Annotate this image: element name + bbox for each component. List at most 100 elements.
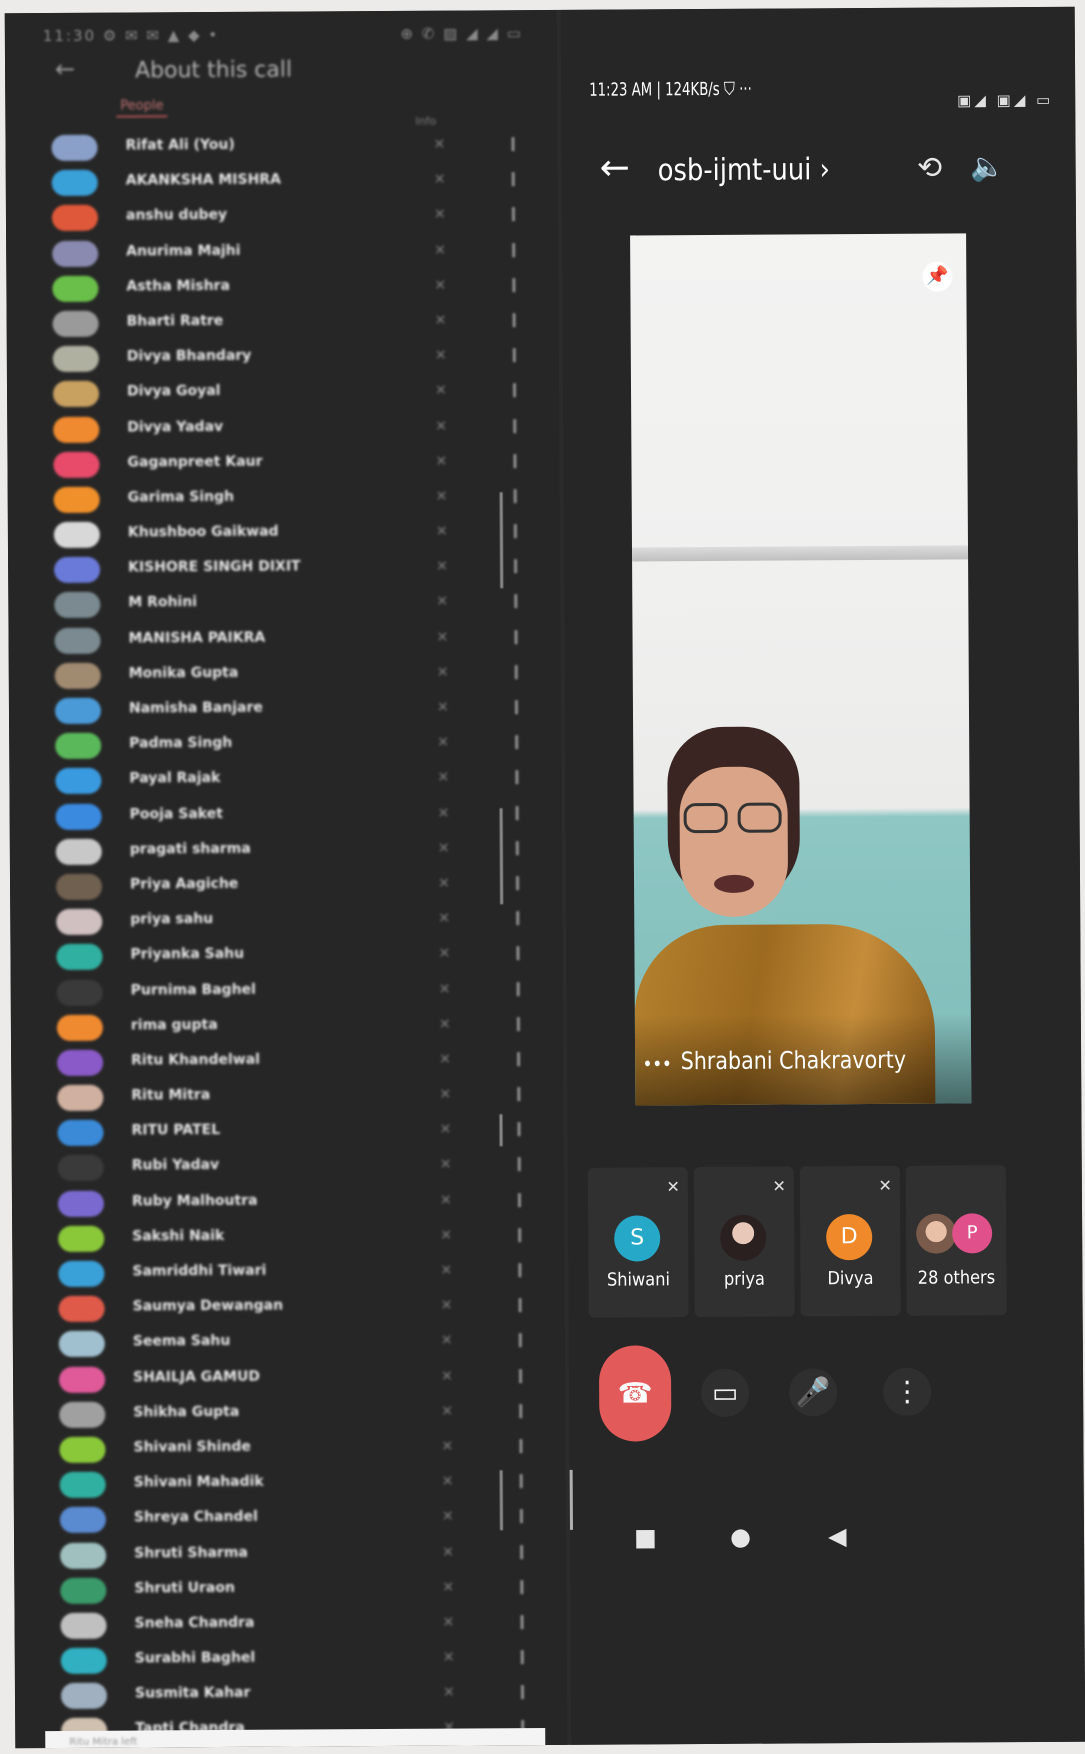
more-options-icon[interactable] xyxy=(512,383,517,398)
participant-row[interactable]: RITU PATEL ✕ xyxy=(51,1113,551,1151)
participant-row[interactable]: priya sahu ✕ xyxy=(50,902,550,940)
participant-row[interactable]: Samriddhi Tiwari ✕ xyxy=(52,1254,552,1292)
more-options-icon[interactable] xyxy=(513,453,517,468)
pinned-video-tile[interactable]: 📌 ••• Shrabani Chakravorty xyxy=(630,233,972,1106)
more-options-icon[interactable] xyxy=(513,524,517,539)
more-options-icon[interactable] xyxy=(513,418,517,433)
more-options-icon[interactable] xyxy=(516,981,520,996)
participant-row[interactable]: Garima Singh ✕ xyxy=(48,480,548,518)
participant-row[interactable]: Pooja Saket ✕ xyxy=(50,797,550,835)
more-options-icon[interactable] xyxy=(518,1227,522,1242)
back-arrow-icon[interactable]: ← xyxy=(600,147,630,188)
participant-row[interactable]: Monika Gupta ✕ xyxy=(49,656,549,694)
speaker-icon[interactable]: 🔈 xyxy=(970,150,1006,186)
more-options-icon[interactable] xyxy=(520,1650,524,1665)
more-options-icon[interactable] xyxy=(520,1544,524,1559)
participant-tile-others[interactable]: P 28 others xyxy=(905,1165,1007,1316)
participant-row[interactable]: Rifat Ali (You) ✕ xyxy=(45,128,545,166)
participant-row[interactable]: Priya Aagiche ✕ xyxy=(50,867,550,905)
back-arrow-icon[interactable]: ← xyxy=(55,55,75,83)
more-options-button[interactable]: ⋮ xyxy=(883,1367,932,1416)
more-options-icon[interactable] xyxy=(519,1509,523,1524)
more-options-icon[interactable] xyxy=(514,594,518,609)
participant-row[interactable]: Shivani Mahadik ✕ xyxy=(54,1465,554,1503)
participant-row[interactable]: Namisha Banjare ✕ xyxy=(49,691,549,729)
scrollbar-thumb[interactable] xyxy=(499,1470,503,1531)
more-options-icon[interactable] xyxy=(515,805,519,820)
participant-row[interactable]: KISHORE SINGH DIXIT ✕ xyxy=(48,550,548,588)
scrollbar-thumb[interactable] xyxy=(499,492,504,589)
more-options-icon[interactable] xyxy=(519,1439,523,1454)
tab-info[interactable]: Info xyxy=(415,115,436,128)
more-options-icon[interactable] xyxy=(514,664,518,679)
more-options-icon[interactable] xyxy=(514,629,518,644)
more-options-icon[interactable] xyxy=(518,1333,522,1348)
participant-row[interactable]: Divya Goyal ✕ xyxy=(47,374,547,412)
more-options-icon[interactable] xyxy=(520,1685,525,1700)
pin-icon[interactable]: 📌 xyxy=(922,261,953,292)
more-options-icon[interactable] xyxy=(512,277,516,292)
more-options-icon[interactable] xyxy=(520,1579,524,1594)
more-options-icon[interactable] xyxy=(519,1474,523,1489)
more-options-icon[interactable] xyxy=(517,1052,521,1067)
more-options-icon[interactable] xyxy=(520,1615,524,1630)
participant-row[interactable]: MANISHA PAIKRA ✕ xyxy=(48,621,548,659)
participant-row[interactable]: Shruti Uraon ✕ xyxy=(54,1571,554,1609)
participant-row[interactable]: Priyanka Sahu ✕ xyxy=(50,937,550,975)
participant-row[interactable]: Sneha Chandra ✕ xyxy=(54,1606,554,1644)
recents-icon[interactable]: ■ xyxy=(634,1523,657,1551)
participant-row[interactable]: Padma Singh ✕ xyxy=(49,726,549,764)
more-dots-icon[interactable]: ••• xyxy=(643,1054,672,1073)
more-options-icon[interactable] xyxy=(511,207,515,222)
participant-tile-priya[interactable]: ✕ priya xyxy=(693,1166,795,1318)
nav-back-icon[interactable]: ◀ xyxy=(828,1522,847,1550)
more-options-icon[interactable] xyxy=(515,840,519,855)
participant-row[interactable]: Shivani Shinde ✕ xyxy=(53,1430,553,1468)
participant-row[interactable]: Anurima Majhi ✕ xyxy=(46,234,546,272)
participant-row[interactable]: Surabhi Baghel ✕ xyxy=(55,1641,555,1679)
mic-toggle-button[interactable]: 🎤 xyxy=(789,1368,838,1417)
scrollbar-thumb[interactable] xyxy=(499,808,504,905)
participant-row[interactable]: Seema Sahu ✕ xyxy=(53,1324,553,1362)
participant-row[interactable]: anshu dubey ✕ xyxy=(46,198,546,236)
participant-row[interactable]: M Rohini ✕ xyxy=(48,585,548,623)
participant-row[interactable]: Susmita Kahar ✕ xyxy=(55,1676,555,1714)
participant-row[interactable]: Shreya Chandel ✕ xyxy=(54,1500,554,1538)
video-toggle-button[interactable]: ▭ xyxy=(701,1368,750,1418)
more-options-icon[interactable] xyxy=(513,489,517,504)
scrollbar-thumb[interactable] xyxy=(499,1114,503,1147)
more-options-icon[interactable] xyxy=(511,137,515,152)
more-options-icon[interactable] xyxy=(518,1298,522,1313)
participant-row[interactable]: pragati sharma ✕ xyxy=(50,832,550,870)
participant-row[interactable]: Divya Bhandary ✕ xyxy=(47,339,547,377)
more-options-icon[interactable] xyxy=(516,1016,520,1031)
participant-row[interactable]: Sakshi Naik ✕ xyxy=(52,1219,552,1257)
more-options-icon[interactable] xyxy=(512,313,516,328)
more-options-icon[interactable] xyxy=(515,770,519,785)
switch-camera-icon[interactable]: ⟲ xyxy=(912,151,948,187)
participant-row[interactable]: Divya Yadav ✕ xyxy=(47,409,547,447)
participant-row[interactable]: AKANKSHA MISHRA ✕ xyxy=(46,163,546,201)
participant-row[interactable]: Saumya Dewangan ✕ xyxy=(53,1289,553,1327)
more-options-icon[interactable] xyxy=(514,700,519,715)
participant-row[interactable]: Payal Rajak ✕ xyxy=(49,761,549,799)
participant-tile-shiwani[interactable]: ✕ S Shiwani xyxy=(587,1167,689,1318)
more-options-icon[interactable] xyxy=(517,1122,521,1137)
more-options-icon[interactable] xyxy=(516,911,520,926)
more-options-icon[interactable] xyxy=(512,348,516,363)
home-icon[interactable]: ● xyxy=(730,1523,751,1551)
meeting-code[interactable]: osb-ijmt-uui › xyxy=(658,152,830,188)
participant-row[interactable]: Ritu Mitra ✕ xyxy=(51,1078,551,1116)
more-options-icon[interactable] xyxy=(512,242,516,257)
more-options-icon[interactable] xyxy=(516,946,520,961)
participant-row[interactable]: Purnima Baghel ✕ xyxy=(51,972,551,1010)
participant-row[interactable]: Shruti Sharma ✕ xyxy=(54,1535,554,1573)
participant-row[interactable]: Bharti Ratre ✕ xyxy=(47,304,547,342)
more-options-icon[interactable] xyxy=(514,559,518,574)
more-options-icon[interactable] xyxy=(515,876,520,891)
more-options-icon[interactable] xyxy=(518,1263,522,1278)
hang-up-button[interactable]: ☎ xyxy=(598,1345,672,1442)
participant-row[interactable]: SHAILJA GAMUD ✕ xyxy=(53,1360,553,1398)
more-options-icon[interactable] xyxy=(517,1192,522,1207)
participant-row[interactable]: Astha Mishra ✕ xyxy=(46,269,546,307)
